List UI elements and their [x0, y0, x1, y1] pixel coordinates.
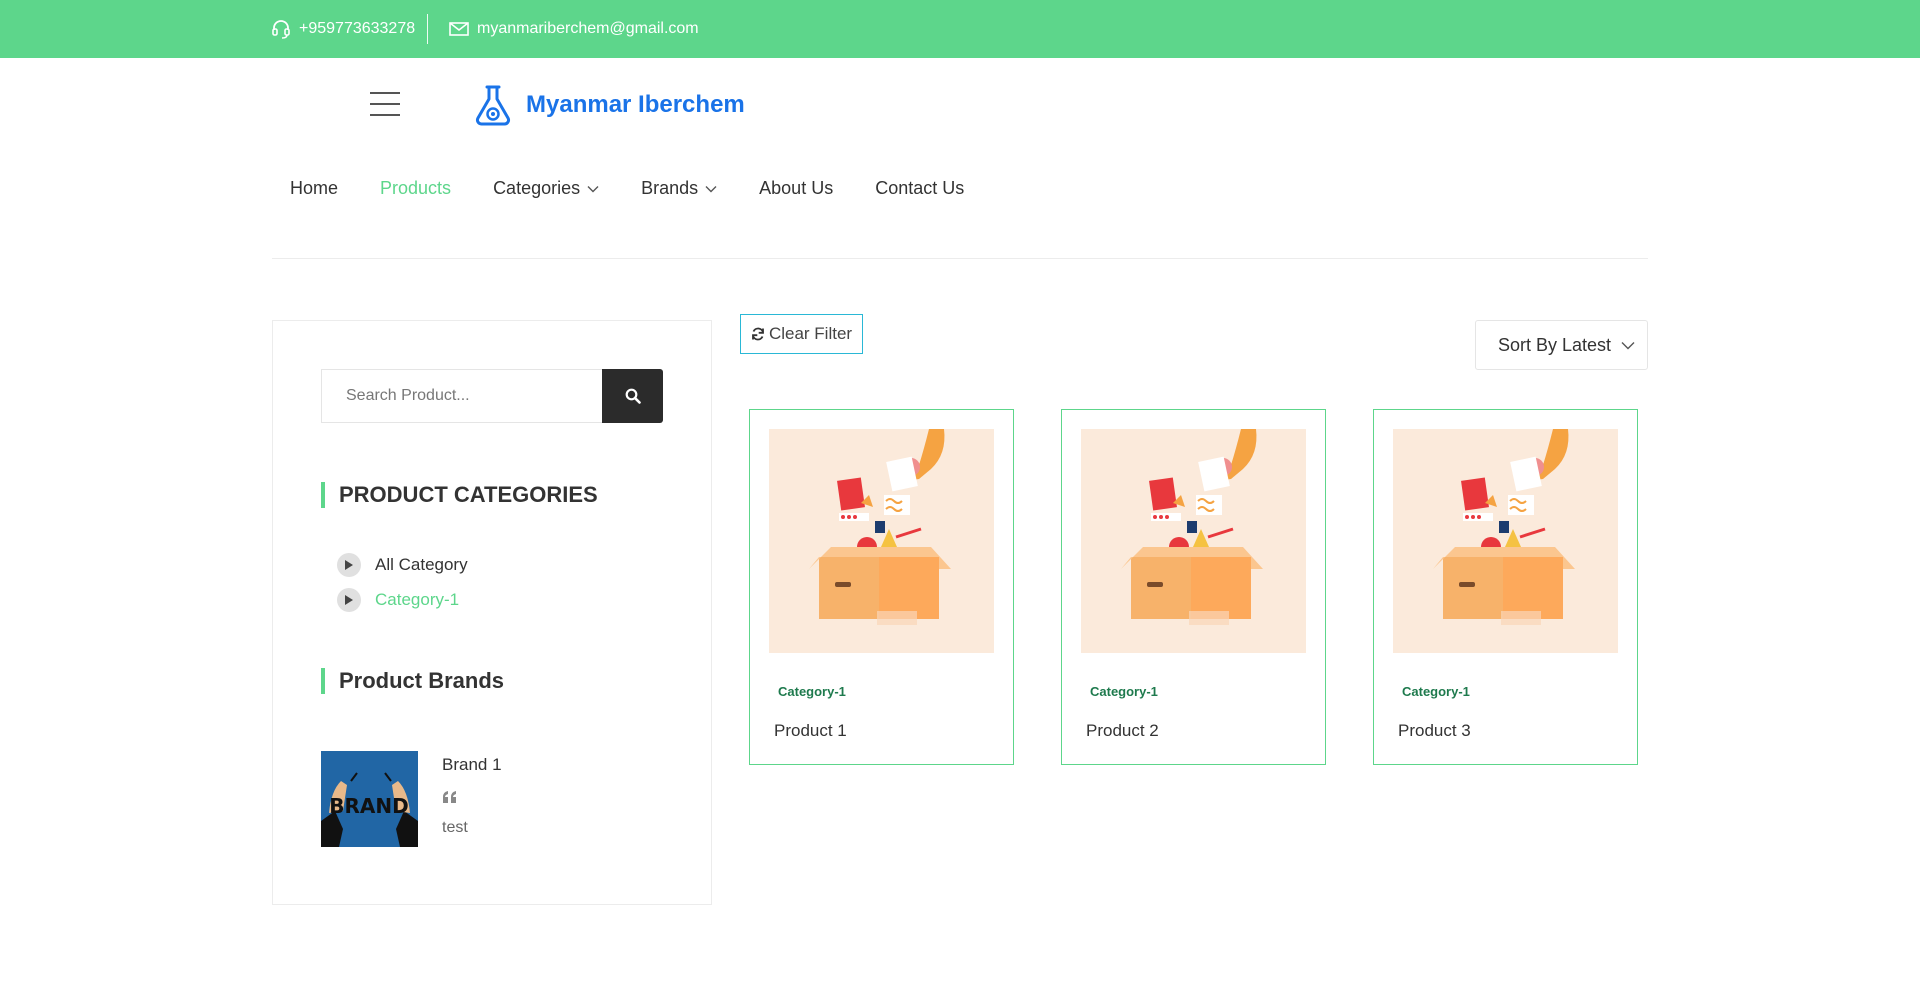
categories-heading: PRODUCT CATEGORIES	[321, 482, 598, 508]
chevron-down-icon	[1621, 342, 1635, 350]
brand-name: Brand 1	[442, 755, 502, 774]
brand-description: test	[442, 819, 468, 836]
product-card[interactable]: Category-1 Product 3	[1373, 409, 1638, 765]
phone-contact[interactable]: +959773633278	[271, 0, 415, 58]
contact-divider	[427, 14, 428, 44]
clear-filter-label: Clear Filter	[768, 324, 853, 343]
refresh-icon	[752, 327, 764, 341]
clear-filter-button[interactable]: Clear Filter	[740, 314, 863, 354]
product-category[interactable]: Category-1	[1090, 684, 1158, 699]
nav-about-us[interactable]: About Us	[759, 178, 833, 199]
sort-select[interactable]: Sort By Latest	[1475, 320, 1648, 370]
product-name[interactable]: Product 3	[1398, 721, 1471, 741]
chevron-down-icon	[587, 185, 599, 192]
main-nav: Home Products Categories Brands About Us…	[290, 178, 1006, 199]
product-category[interactable]: Category-1	[778, 684, 846, 699]
filter-sidebar: PRODUCT CATEGORIES All Category Category…	[272, 320, 712, 905]
nav-about-label: About Us	[759, 178, 834, 198]
nav-products[interactable]: Products	[380, 178, 451, 199]
brand-logo-image: BRAND	[321, 751, 418, 847]
play-icon	[337, 552, 361, 577]
brand-item-1[interactable]: BRAND Brand 1 test	[321, 751, 502, 847]
nav-contact-us[interactable]: Contact Us	[875, 178, 964, 199]
product-card[interactable]: Category-1 Product 2	[1061, 409, 1326, 765]
product-category[interactable]: Category-1	[1402, 684, 1470, 699]
product-search	[321, 369, 664, 423]
email-contact[interactable]: myanmariberchem@gmail.com	[449, 0, 699, 58]
site-logo[interactable]: Myanmar Iberchem	[474, 84, 745, 126]
product-image[interactable]	[769, 429, 994, 653]
category-item-1[interactable]: Category-1	[337, 582, 468, 617]
product-image[interactable]	[1081, 429, 1306, 653]
nav-home[interactable]: Home	[290, 178, 338, 199]
top-contact-bar: +959773633278 myanmariberchem@gmail.com	[0, 0, 1920, 58]
nav-products-label: Products	[380, 178, 452, 198]
hamburger-icon[interactable]	[370, 92, 400, 116]
search-button[interactable]	[602, 369, 663, 423]
nav-contact-label: Contact Us	[875, 178, 965, 198]
phone-number: +959773633278	[299, 20, 416, 37]
category-item-all[interactable]: All Category	[337, 547, 468, 582]
play-icon	[337, 587, 361, 612]
chevron-down-icon	[705, 185, 717, 192]
category-list: All Category Category-1	[337, 547, 468, 617]
product-name[interactable]: Product 1	[774, 721, 847, 741]
nav-brands[interactable]: Brands	[641, 178, 717, 199]
header-divider	[272, 258, 1648, 259]
search-icon	[625, 388, 641, 404]
product-image[interactable]	[1393, 429, 1618, 653]
brands-heading: Product Brands	[321, 668, 504, 694]
category-label: All Category	[375, 554, 468, 574]
nav-categories[interactable]: Categories	[493, 178, 599, 199]
category-label: Category-1	[375, 589, 460, 609]
nav-brands-label: Brands	[641, 178, 699, 198]
svg-text:BRAND: BRAND	[329, 794, 408, 818]
headset-icon	[272, 20, 290, 39]
quote-icon	[442, 789, 502, 809]
email-address: myanmariberchem@gmail.com	[477, 20, 699, 37]
sort-label: Sort By Latest	[1498, 334, 1612, 355]
flask-icon	[476, 85, 510, 126]
nav-categories-label: Categories	[493, 178, 581, 198]
envelope-icon	[449, 22, 469, 36]
product-name[interactable]: Product 2	[1086, 721, 1159, 741]
product-card[interactable]: Category-1 Product 1	[749, 409, 1014, 765]
search-input[interactable]	[321, 369, 602, 423]
brand-name: Myanmar Iberchem	[526, 91, 745, 118]
nav-home-label: Home	[290, 178, 339, 198]
